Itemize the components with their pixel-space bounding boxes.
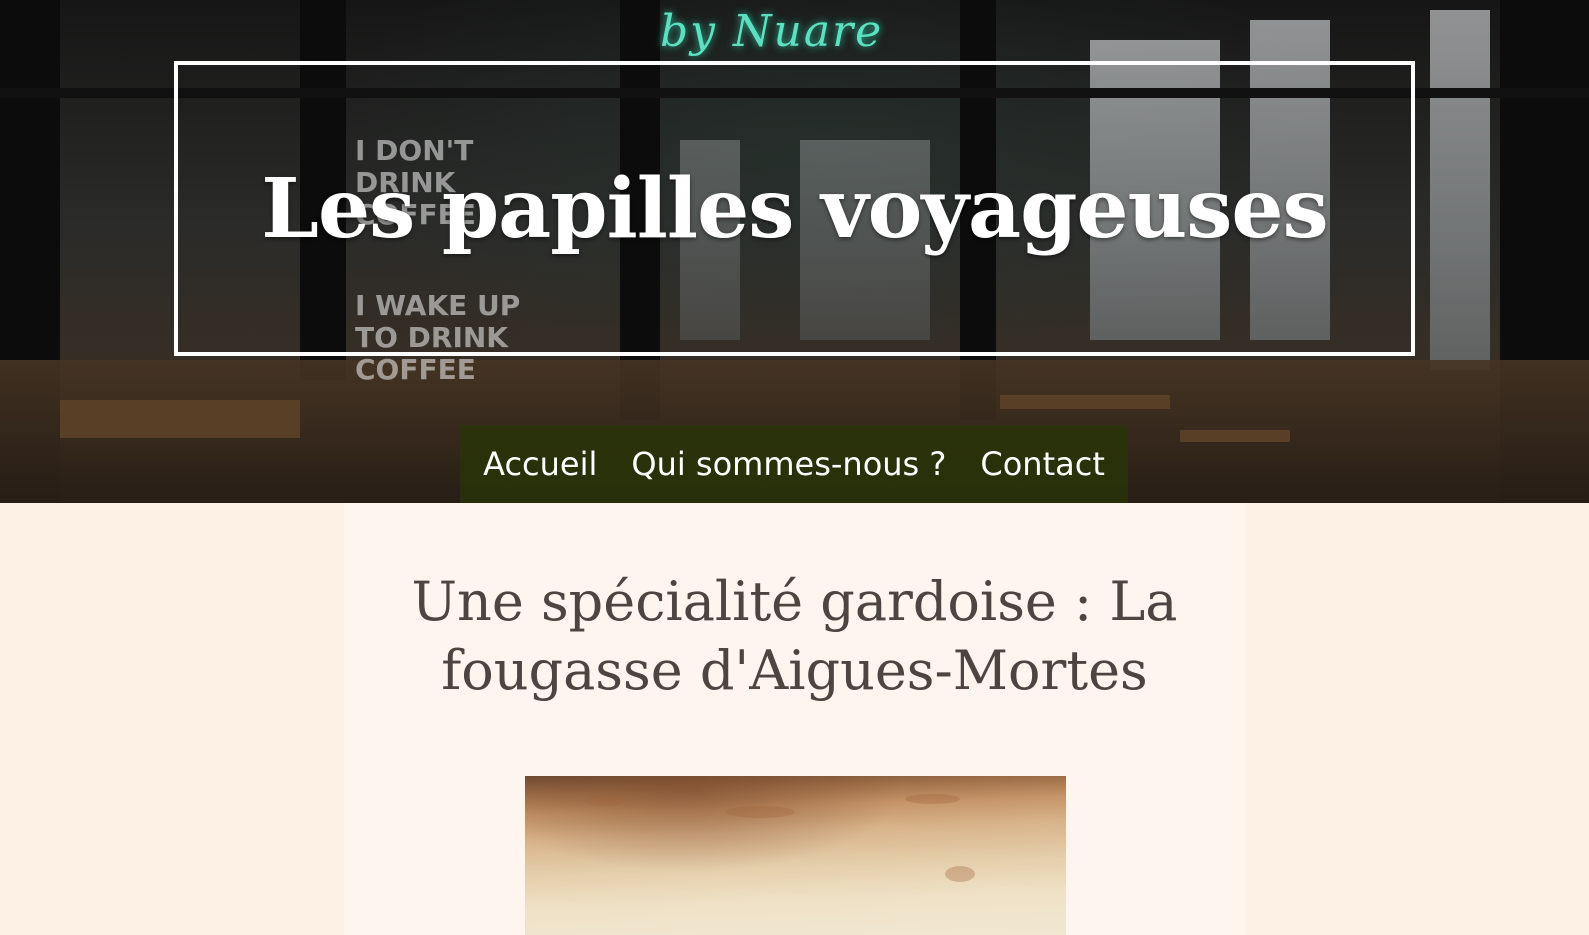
main-nav: Accueil Qui sommes-nous ? Contact xyxy=(460,425,1128,503)
image-texture xyxy=(585,796,625,806)
scene-window xyxy=(1430,10,1490,370)
article-content: Une spécialité gardoise : La fougasse d'… xyxy=(344,503,1245,935)
image-texture xyxy=(945,866,975,882)
hero-banner: I DON'T DRINK COFFEE I WAKE UP TO DRINK COFF… xyxy=(0,0,1589,503)
scene-table xyxy=(1180,430,1290,442)
image-texture xyxy=(725,806,795,818)
image-texture xyxy=(905,794,960,804)
nav-item-accueil[interactable]: Accueil xyxy=(483,445,597,483)
site-title: Les papilles voyageuses xyxy=(261,160,1328,257)
scene-table xyxy=(1000,395,1170,409)
scene-counter xyxy=(60,400,300,438)
article-image xyxy=(525,776,1066,935)
title-frame: Les papilles voyageuses xyxy=(174,61,1415,356)
nav-item-contact[interactable]: Contact xyxy=(980,445,1105,483)
neon-sign: by Nuare xyxy=(660,6,884,57)
article-title: Une spécialité gardoise : La fougasse d'… xyxy=(411,570,1178,702)
nav-item-qui-sommes-nous[interactable]: Qui sommes-nous ? xyxy=(631,445,946,483)
